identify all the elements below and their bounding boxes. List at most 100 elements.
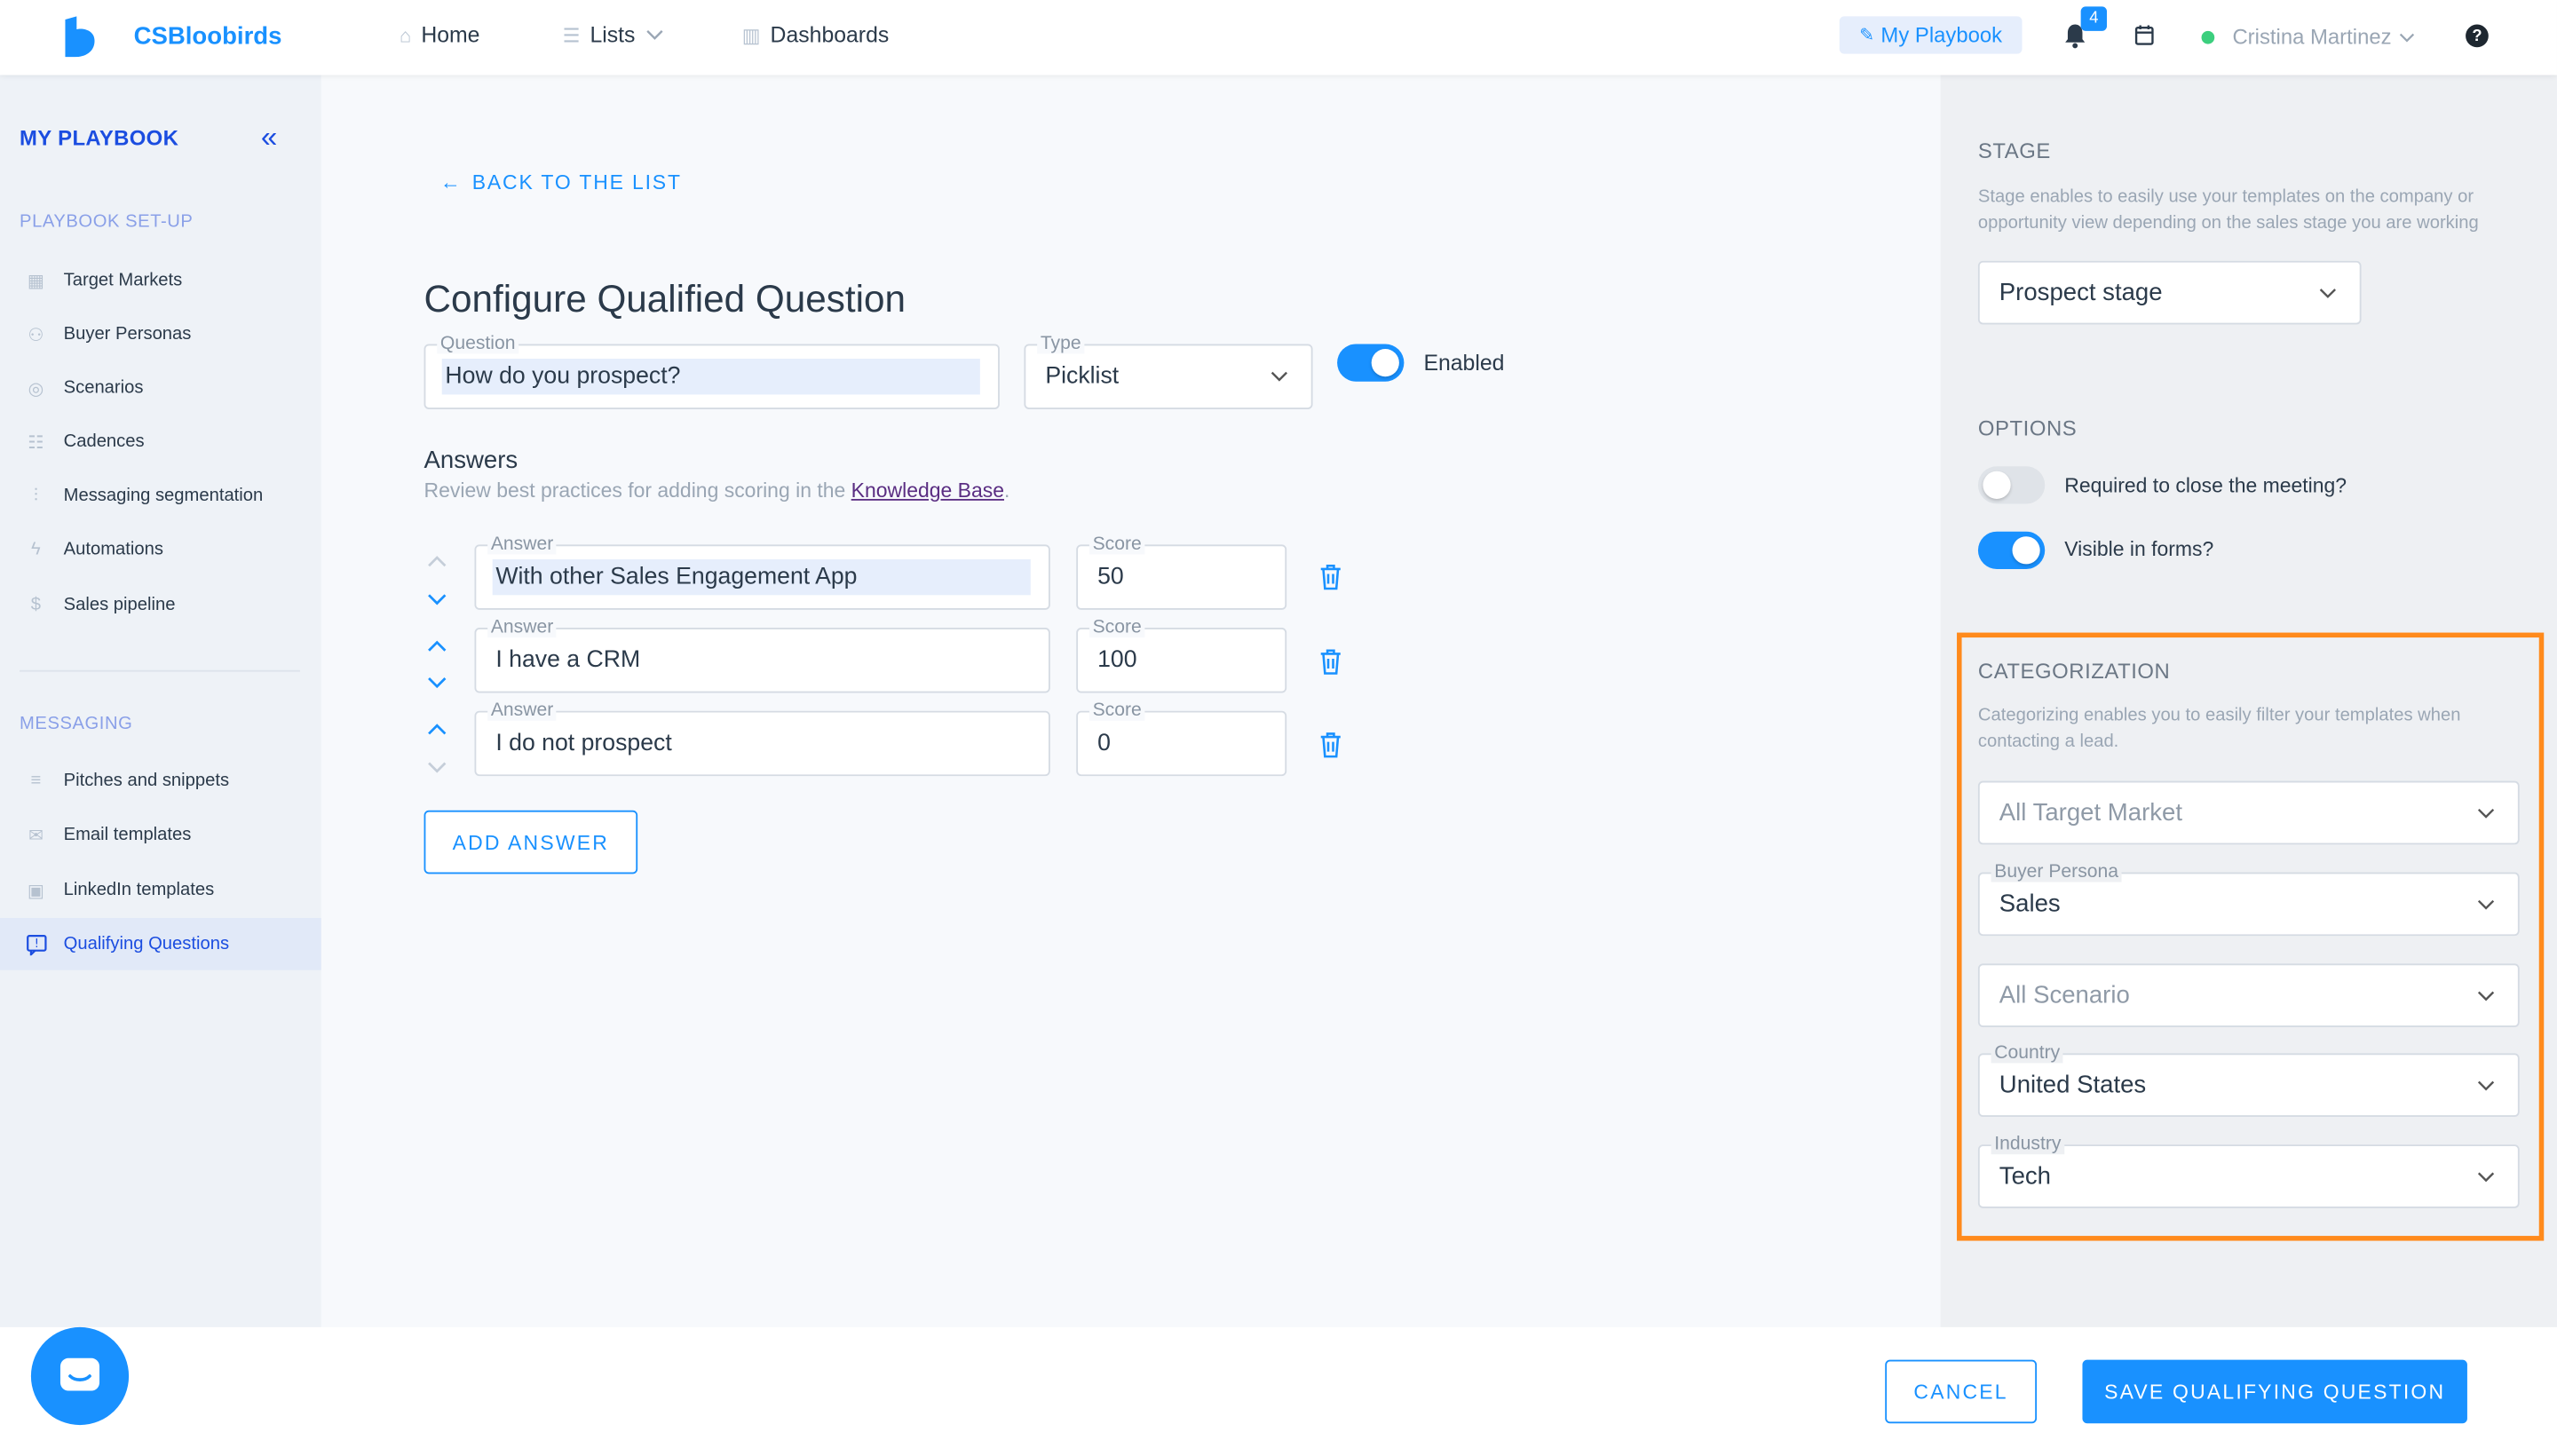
sliders-icon: ⫶ (33, 485, 38, 505)
question-field[interactable]: Question How do you prospect? (424, 334, 1000, 409)
toggle-knob (1983, 471, 2011, 499)
stage-heading: STAGE (1977, 138, 2051, 163)
answers-description: Review best practices for adding scoring… (424, 479, 1010, 502)
move-up-icon[interactable] (427, 717, 447, 740)
svg-text:!: ! (34, 937, 38, 950)
cancel-button[interactable]: CANCEL (1885, 1359, 2038, 1424)
question-bubble-icon: ! (25, 932, 48, 955)
chevron-down-icon (1271, 371, 1288, 382)
sidebar-item-cadences[interactable]: ☷ Cadences (0, 415, 321, 468)
envelope-icon: ✉ (28, 826, 44, 846)
nav-lists-label: Lists (590, 22, 636, 48)
visible-in-forms-label: Visible in forms? (2064, 538, 2214, 561)
move-down-icon[interactable] (427, 672, 447, 695)
section-messaging: MESSAGING (20, 714, 133, 734)
user-menu[interactable]: Cristina Martinez (2232, 24, 2414, 50)
sidebar-item-label: Pitches and snippets (63, 771, 230, 791)
stage-description: Stage enables to easily use your templat… (1977, 187, 2479, 233)
score-value: 50 (1097, 564, 1124, 590)
sidebar-item-label: Scenarios (63, 378, 144, 399)
options-heading: OPTIONS (1977, 415, 2078, 440)
chat-launcher-button[interactable] (30, 1326, 130, 1426)
magic-wand-icon: ✎ (1859, 26, 1875, 46)
nav-dashboards-label: Dashboards (770, 22, 890, 48)
score-field[interactable]: Score 100 (1076, 618, 1287, 693)
stage-select[interactable]: Prospect stage (1977, 260, 2362, 325)
enabled-toggle[interactable] (1337, 344, 1405, 382)
sidebar-title: MY PLAYBOOK (20, 125, 179, 150)
sidebar-item-target-markets[interactable]: ▦ Target Markets (0, 254, 321, 306)
trash-icon[interactable] (1319, 649, 1342, 675)
section-playbook-setup: PLAYBOOK SET-UP (20, 211, 194, 232)
user-name: Cristina Martinez (2232, 24, 2392, 50)
back-to-list-label: BACK TO THE LIST (471, 170, 682, 194)
answer-field[interactable]: Answer With other Sales Engagement App (474, 534, 1050, 610)
chevron-down-icon (645, 30, 662, 40)
add-answer-button[interactable]: ADD ANSWER (424, 810, 638, 874)
arrow-left-icon: ← (439, 170, 463, 194)
sidebar-item-automations[interactable]: ϟ Automations (0, 524, 321, 576)
type-select[interactable]: Type Picklist (1024, 334, 1313, 409)
sidebar-item-label: Messaging segmentation (63, 486, 264, 506)
knowledge-base-link[interactable]: Knowledge Base (851, 479, 1004, 502)
cadence-icon: ☷ (28, 432, 44, 453)
sidebar-item-label: Sales pipeline (63, 595, 176, 615)
home-icon: ⌂ (399, 23, 412, 47)
collapse-sidebar-icon[interactable]: « (261, 121, 277, 155)
sidebar-item-messaging-segmentation[interactable]: ⫶ Messaging segmentation (0, 470, 321, 522)
required-to-close-toggle[interactable] (1977, 466, 2046, 504)
top-navigation-bar: CSBloobirds ⌂ Home ☰ Lists ▥ Dashboards … (0, 0, 2557, 75)
lightning-icon: ϟ (31, 539, 41, 559)
answer-value: I have a CRM (495, 647, 641, 674)
move-down-icon (427, 756, 447, 779)
nav-lists[interactable]: ☰ Lists (562, 22, 663, 48)
sidebar-item-linkedin-templates[interactable]: ▣ LinkedIn templates (0, 864, 321, 916)
trash-icon[interactable] (1319, 732, 1342, 758)
footer-action-bar: CANCEL SAVE QUALIFYING QUESTION (0, 1326, 2557, 1456)
answers-desc-end: . (1004, 479, 1010, 502)
answer-value: I do not prospect (495, 730, 672, 757)
answer-value: With other Sales Engagement App (495, 564, 858, 590)
sidebar-item-scenarios[interactable]: ◎ Scenarios (0, 362, 321, 415)
compass-icon: ◎ (28, 378, 44, 400)
trash-icon[interactable] (1319, 564, 1342, 590)
sidebar-item-pitches-and-snippets[interactable]: ≡ Pitches and snippets (0, 755, 321, 807)
enabled-label: Enabled (1423, 350, 1505, 376)
score-field[interactable]: Score 0 (1076, 700, 1287, 777)
sidebar-item-label: LinkedIn templates (63, 880, 215, 900)
sidebar-item-qualifying-questions[interactable]: ! Qualifying Questions (0, 917, 321, 970)
bloobirds-logo-icon[interactable] (62, 16, 98, 58)
chevron-down-icon (2319, 288, 2336, 298)
nav-dashboards[interactable]: ▥ Dashboards (742, 23, 890, 48)
building-icon: ▦ (27, 271, 44, 291)
save-qualifying-question-button[interactable]: SAVE QUALIFYING QUESTION (2082, 1359, 2467, 1424)
linkedin-icon: ▣ (27, 881, 44, 901)
sidebar-item-email-templates[interactable]: ✉ Email templates (0, 809, 321, 861)
sidebar-item-buyer-personas[interactable]: ⚇ Buyer Personas (0, 308, 321, 360)
move-up-icon[interactable] (427, 634, 447, 657)
nav-home-label: Home (421, 22, 480, 48)
lines-icon: ≡ (30, 771, 42, 791)
my-playbook-button[interactable]: ✎ My Playbook (1839, 16, 2023, 54)
my-playbook-label: My Playbook (1880, 22, 2003, 48)
sidebar: MY PLAYBOOK « PLAYBOOK SET-UP ▦ Target M… (0, 75, 321, 1456)
answer-field[interactable]: Answer I do not prospect (474, 700, 1050, 777)
notification-badge: 4 (2080, 6, 2108, 31)
sidebar-divider (20, 669, 300, 672)
back-to-list-link[interactable]: ← BACK TO THE LIST (440, 171, 682, 194)
brand-name[interactable]: CSBloobirds (134, 23, 282, 51)
sidebar-item-label: Qualifying Questions (63, 934, 230, 954)
calendar-icon[interactable] (2134, 25, 2154, 46)
score-field[interactable]: Score 50 (1076, 534, 1287, 610)
nav-home[interactable]: ⌂ Home (400, 23, 479, 48)
sidebar-item-sales-pipeline[interactable]: $ Sales pipeline (0, 579, 321, 631)
list-icon: ☰ (562, 23, 581, 47)
stage-value: Prospect stage (1999, 279, 2163, 307)
visible-in-forms-toggle[interactable] (1977, 531, 2046, 569)
answer-field[interactable]: Answer I have a CRM (474, 618, 1050, 693)
move-down-icon[interactable] (427, 589, 447, 612)
sidebar-item-label: Automations (63, 539, 163, 559)
help-icon[interactable]: ? (2466, 24, 2489, 48)
sidebar-item-label: Buyer Personas (63, 324, 192, 344)
score-value: 0 (1097, 730, 1111, 757)
